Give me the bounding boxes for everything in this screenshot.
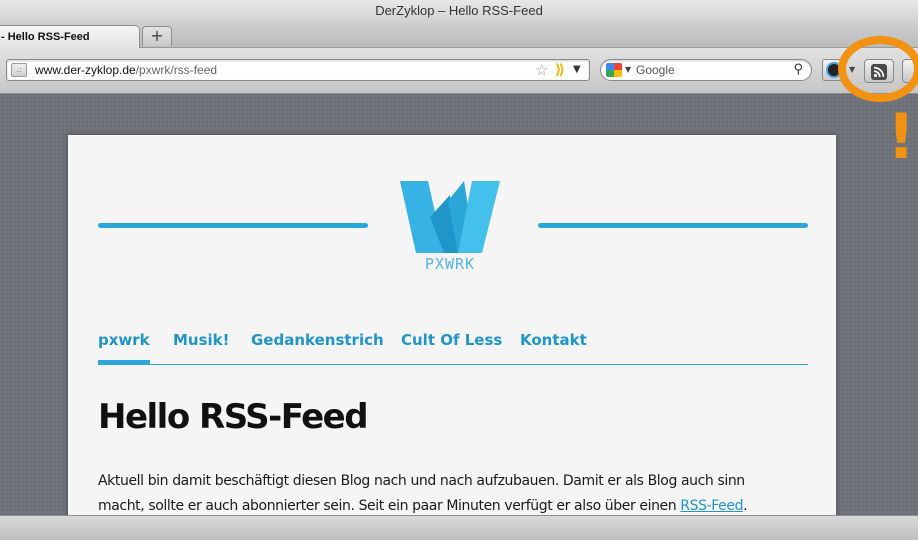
rss-feed-link[interactable]: RSS-Feed (680, 498, 743, 514)
tab-strip: - Hello RSS-Feed + (0, 22, 918, 49)
highlight-ring (838, 36, 918, 102)
history-dropdown-icon[interactable]: ▼ (573, 60, 581, 80)
google-engine-icon[interactable] (606, 63, 622, 77)
pxwrk-logo-icon[interactable] (400, 181, 500, 253)
window-title: DerZyklop – Hello RSS-Feed (375, 3, 543, 18)
nav-item-cult-of-less[interactable]: Cult Of Less (401, 329, 502, 351)
url-path: /pxwrk/rss-feed (135, 63, 218, 77)
new-tab-button[interactable]: + (142, 26, 172, 46)
nav-item-musik[interactable]: Musik! (173, 329, 230, 351)
nav-item-pxwrk[interactable]: pxwrk (98, 329, 150, 364)
feed-indicator-icon[interactable]: ⟫ (555, 61, 565, 79)
site-navigation: pxwrk Musik! Gedankenstrich Cult Of Less… (98, 329, 808, 365)
logo-wordmark: PXWRK (424, 255, 476, 273)
header-rule-left (98, 223, 368, 228)
url-domain: www.der-zyklop.de (35, 63, 136, 77)
nav-item-kontakt[interactable]: Kontakt (520, 329, 587, 351)
nav-item-gedankenstrich[interactable]: Gedankenstrich (251, 329, 384, 351)
post-text-line-2-end: . (743, 498, 748, 514)
tab-hello-rss-feed[interactable]: - Hello RSS-Feed (0, 25, 140, 49)
status-bar (0, 515, 918, 540)
search-input[interactable] (636, 61, 786, 79)
header-rule-right (538, 223, 808, 228)
engine-dropdown-icon[interactable]: ▼ (625, 60, 631, 80)
bookmark-star-icon[interactable]: ☆ (535, 61, 548, 79)
address-bar[interactable]: .: www.der-zyklop.de/pxwrk/rss-feed ☆ ⟫ … (6, 59, 590, 81)
url-text[interactable]: www.der-zyklop.de/pxwrk/rss-feed (35, 60, 217, 80)
window-title-bar: DerZyklop – Hello RSS-Feed (0, 0, 918, 22)
post-body: Aktuell bin damit beschäftigt diesen Blo… (98, 469, 814, 515)
post-text-line-2: macht, sollte er auch abonnierter sein. … (98, 494, 814, 515)
blog-page: PXWRK pxwrk Musik! Gedankenstrich Cult O… (68, 135, 836, 515)
post-text-line-2-start: macht, sollte er auch abonnierter sein. … (98, 498, 681, 514)
navigation-toolbar: .: www.der-zyklop.de/pxwrk/rss-feed ☆ ⟫ … (0, 48, 918, 94)
post-title: Hello RSS-Feed (98, 397, 369, 437)
post-text-line-1: Aktuell bin damit beschäftigt diesen Blo… (98, 473, 745, 489)
search-bar[interactable]: ▼ ⚲ (600, 59, 812, 81)
site-identity-icon[interactable]: .: (11, 63, 27, 77)
exclamation-mark: ! (887, 100, 916, 173)
search-icon[interactable]: ⚲ (793, 60, 803, 80)
page-viewport: PXWRK pxwrk Musik! Gedankenstrich Cult O… (0, 95, 918, 515)
